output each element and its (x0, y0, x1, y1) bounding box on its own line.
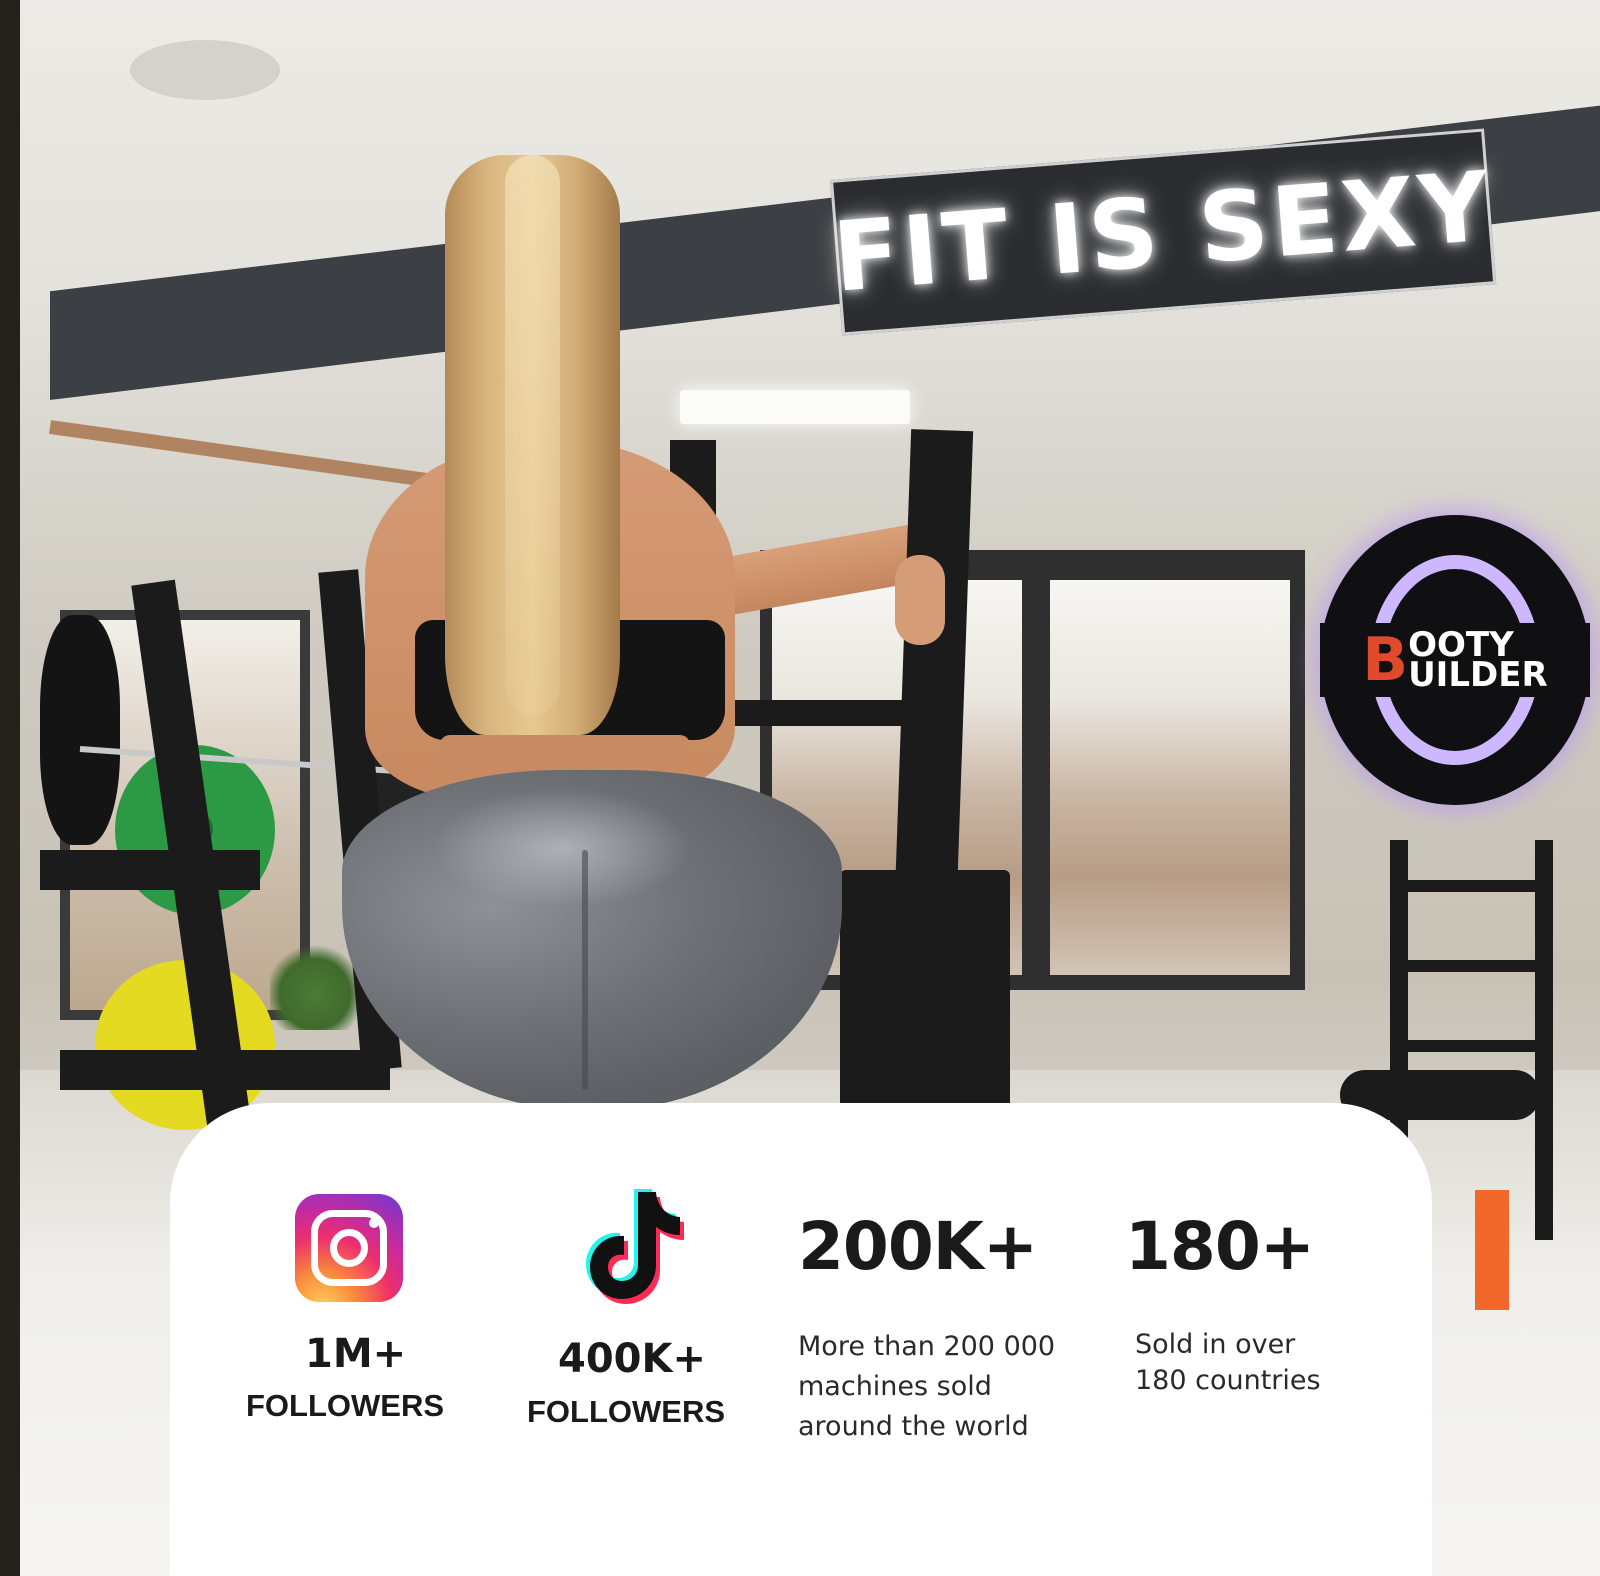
tiktok-followers-count: 400K+ (558, 1336, 707, 1382)
machines-sold-description-line: More than 200 000 (798, 1331, 1056, 1362)
instagram-icon-lens (330, 1229, 368, 1267)
machines-sold-description: More than 200 000 machines sold around t… (798, 1327, 1055, 1447)
athlete-hand (895, 555, 945, 645)
stats-card: 1M+ FOLLOWERS 400K+ FOLLOWERS 200K+ More… (170, 1103, 1432, 1576)
left-edge-strip (0, 0, 20, 1576)
athlete-leggings (342, 770, 842, 1110)
machines-sold-count: 200K+ (798, 1208, 1038, 1285)
instagram-followers-count: 1M+ (305, 1331, 407, 1377)
countries-description-line: Sold in over (1135, 1329, 1296, 1360)
machines-sold-description-line: around the world (798, 1411, 1029, 1442)
tiktok-followers-label: FOLLOWERS (527, 1394, 726, 1429)
countries-count: 180+ (1125, 1208, 1315, 1285)
countries-description-line: 180 countries (1135, 1365, 1321, 1396)
instagram-icon[interactable] (295, 1194, 403, 1302)
athlete-hair (445, 155, 620, 735)
page: FIT IS SEXY B OOTY UILDER 1M+ FOLLOWERS … (0, 0, 1600, 1576)
machines-sold-description-line: machines sold (798, 1371, 992, 1402)
countries-description: Sold in over 180 countries (1135, 1327, 1321, 1399)
instagram-followers-label: FOLLOWERS (246, 1388, 445, 1423)
instagram-icon-dot (369, 1218, 379, 1228)
tiktok-icon[interactable] (580, 1186, 684, 1304)
